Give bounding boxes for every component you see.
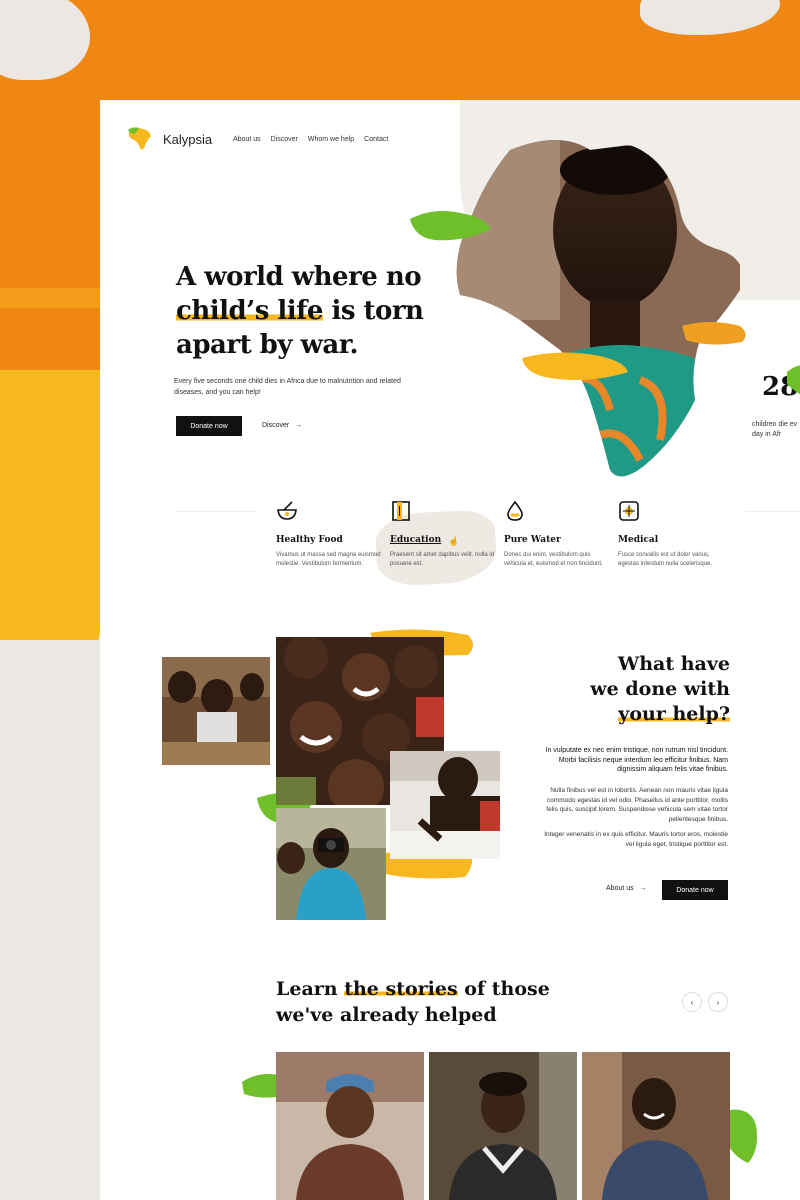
donate-button-label: Donate now <box>676 886 714 894</box>
child-camera-photo <box>276 808 386 920</box>
about-link-label: About us <box>606 885 634 892</box>
medical-icon <box>619 501 639 521</box>
chevron-left-icon: ‹ <box>690 997 694 1007</box>
main-menu: About us Discover Whom we help Contact <box>233 136 388 143</box>
help-title-line1: What have <box>617 653 730 675</box>
africa-logo-icon <box>128 127 151 150</box>
feature-text: Vivamus ut massa sed magna euismod moles… <box>276 552 381 567</box>
stories-title-pre: Learn <box>276 978 345 1000</box>
nav-discover[interactable]: Discover <box>271 136 298 143</box>
stories-next-button[interactable]: › <box>708 992 728 1012</box>
help-donate-button[interactable]: Donate now <box>662 880 728 900</box>
water-drop-icon <box>507 500 523 521</box>
feature-medical[interactable]: Medical Fusce convallis est ut dolor var… <box>618 500 728 569</box>
feature-text: Praesent sit amet dapibus velit. nulla i… <box>390 552 495 567</box>
orange-brush-stroke <box>682 322 746 345</box>
stat-label: children die ev day in Afr <box>752 420 800 440</box>
website-page: Kalypsia About us Discover Whom we help … <box>100 100 800 1200</box>
help-paragraph-3: Integer venenatis in ex quis efficitur. … <box>544 831 728 848</box>
hero-title-line2: is torn <box>322 296 424 326</box>
book-icon <box>392 501 410 521</box>
arrow-right-icon: → <box>291 422 303 429</box>
hero-title-line1: A world where no <box>176 262 422 292</box>
stories-title-post: of those <box>457 978 550 1000</box>
brand-name: Kalypsia <box>163 131 213 147</box>
bowl-icon <box>277 501 297 520</box>
stories-title-line2: we've already helped <box>276 1004 497 1026</box>
hand-cursor-icon: ☝ <box>448 536 460 546</box>
stories-title: Learn the stories of those we've already… <box>276 976 576 1028</box>
green-brush-stroke <box>410 210 491 241</box>
hero-africa-photo <box>456 140 740 477</box>
discover-link-label: Discover <box>262 422 290 429</box>
stories-prev-button[interactable]: ‹ <box>682 992 702 1012</box>
divider <box>176 511 256 512</box>
help-title-highlight: your help? <box>618 703 730 725</box>
feature-text: Donec dui enim, vestibulum quis vehicula… <box>504 552 603 567</box>
stat-label-line1: children die ev <box>752 421 798 428</box>
background-cream <box>0 640 100 1200</box>
help-paragraph-2: Nulla finibus vel est in lobortis. Aenea… <box>546 787 728 823</box>
background-yellow <box>0 370 100 660</box>
feature-text: Fusce convallis est ut dolor varius, ege… <box>618 552 713 567</box>
nav-contact[interactable]: Contact <box>364 136 388 143</box>
feature-pure-water[interactable]: Pure Water Donec dui enim, vestibulum qu… <box>504 500 614 569</box>
brand-logo[interactable]: Kalypsia <box>125 124 212 154</box>
green-brush-stroke <box>787 365 800 395</box>
feature-title: Medical <box>618 535 659 545</box>
arrow-right-icon: → <box>635 885 647 892</box>
donate-button-label: Donate now <box>190 422 228 430</box>
help-paragraph-1: In vulputate ex nec enim tristique, non … <box>545 747 728 773</box>
feature-title: Education <box>390 535 442 545</box>
nav-whom-we-help[interactable]: Whom we help <box>308 136 354 143</box>
classroom-photo <box>162 657 270 765</box>
hero-title-highlight: child’s life <box>176 296 323 326</box>
nav-about-us[interactable]: About us <box>233 136 261 143</box>
feature-healthy-food[interactable]: Healthy Food Vivamus ut massa sed magna … <box>276 500 386 569</box>
hero-title-line3: apart by war. <box>176 330 359 360</box>
chevron-right-icon: › <box>716 997 720 1007</box>
stories-title-highlight: the stories <box>344 978 458 1000</box>
yellow-brush-stroke <box>522 352 628 380</box>
help-section-title: What have we done with your help? <box>570 652 730 727</box>
hero-donate-button[interactable]: Donate now <box>176 416 242 436</box>
child-writing-photo <box>390 751 500 859</box>
hero-description: Every five seconds one child dies in Afr… <box>174 378 401 396</box>
stat-label-line2: day in Afr <box>752 431 782 438</box>
feature-title: Healthy Food <box>276 535 343 545</box>
hero-discover-link[interactable]: Discover → <box>262 422 302 429</box>
background-stripe <box>0 288 100 308</box>
help-about-us-link[interactable]: About us → <box>606 885 646 892</box>
story-photo-boy-cap[interactable] <box>276 1052 424 1200</box>
feature-title: Pure Water <box>504 535 561 545</box>
divider <box>745 511 800 512</box>
feature-education[interactable]: Education Praesent sit amet dapibus veli… <box>390 500 500 569</box>
story-photo-girl[interactable] <box>429 1052 577 1200</box>
hero-title: A world where no child’s life is torn ap… <box>176 260 436 362</box>
help-title-line2: we done with <box>590 678 730 700</box>
story-photo-boy-smile[interactable] <box>582 1052 730 1200</box>
